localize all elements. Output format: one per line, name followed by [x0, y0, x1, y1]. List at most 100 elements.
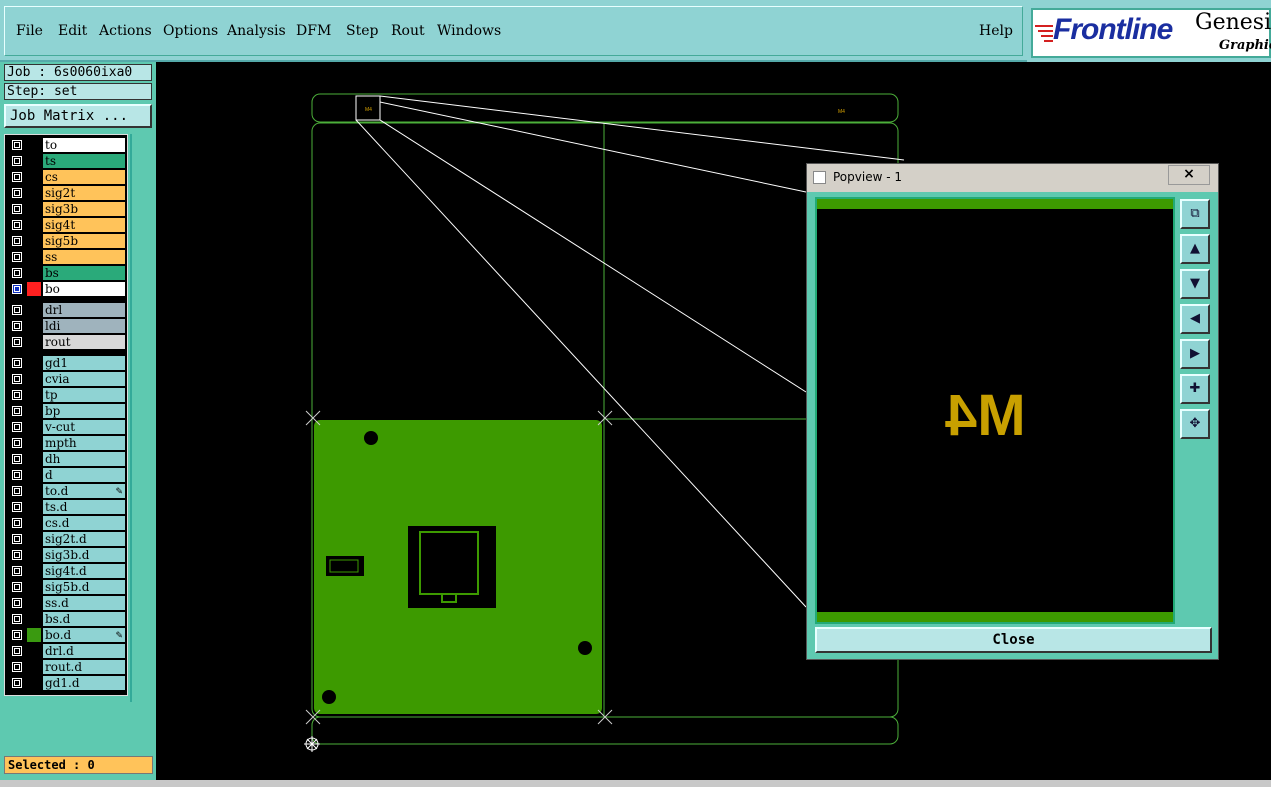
pan-right-icon[interactable]: ▶: [1180, 339, 1210, 369]
zoom-in-icon[interactable]: ✚: [1180, 374, 1210, 404]
layer-row[interactable]: sig4t.d: [7, 564, 127, 578]
layer-name[interactable]: bs: [43, 266, 125, 280]
layer-row[interactable]: ss.d: [7, 596, 127, 610]
layer-name[interactable]: bs.d: [43, 612, 125, 626]
window-close-button[interactable]: ×: [1168, 165, 1210, 185]
layer-list-scrollbar[interactable]: [130, 134, 154, 702]
layer-row[interactable]: ts.d: [7, 500, 127, 514]
layer-checkbox[interactable]: [12, 662, 22, 672]
menu-step[interactable]: Step: [346, 23, 378, 39]
layer-row[interactable]: sig5b.d: [7, 580, 127, 594]
layer-row[interactable]: sig4t: [7, 218, 127, 232]
layer-row[interactable]: to: [7, 138, 127, 152]
layer-checkbox[interactable]: [12, 470, 22, 480]
menu-options[interactable]: Options: [163, 23, 218, 39]
layer-checkbox[interactable]: [12, 337, 22, 347]
menu-help[interactable]: Help: [979, 23, 1013, 39]
layer-checkbox[interactable]: [12, 582, 22, 592]
zoom-fit-icon[interactable]: ⧉: [1180, 199, 1210, 229]
layer-row[interactable]: cs: [7, 170, 127, 184]
layer-name[interactable]: dh: [43, 452, 125, 466]
menu-analysis[interactable]: Analysis: [227, 23, 286, 39]
layer-checkbox[interactable]: [12, 305, 22, 315]
layer-checkbox[interactable]: [12, 646, 22, 656]
layer-row[interactable]: v-cut: [7, 420, 127, 434]
layer-name[interactable]: mpth: [43, 436, 125, 450]
layer-checkbox[interactable]: [12, 321, 22, 331]
layer-checkbox[interactable]: [12, 550, 22, 560]
menu-windows[interactable]: Windows: [437, 23, 501, 39]
layer-row[interactable]: ts: [7, 154, 127, 168]
menu-rout[interactable]: Rout: [391, 23, 425, 39]
zoom-out-icon[interactable]: ✥: [1180, 409, 1210, 439]
layer-checkbox[interactable]: [12, 172, 22, 182]
layer-checkbox[interactable]: [12, 438, 22, 448]
layer-row[interactable]: gd1: [7, 356, 127, 370]
pan-left-icon[interactable]: ◀: [1180, 304, 1210, 334]
layer-checkbox[interactable]: [12, 188, 22, 198]
layer-checkbox[interactable]: [12, 486, 22, 496]
layer-row[interactable]: dh: [7, 452, 127, 466]
layer-row[interactable]: cvia: [7, 372, 127, 386]
layer-name[interactable]: ldi: [43, 319, 125, 333]
layer-checkbox[interactable]: [12, 454, 22, 464]
menu-actions[interactable]: Actions: [99, 23, 152, 39]
pan-down-icon[interactable]: ▼: [1180, 269, 1210, 299]
layer-row[interactable]: ss: [7, 250, 127, 264]
layer-row[interactable]: tp: [7, 388, 127, 402]
layer-row[interactable]: bs: [7, 266, 127, 280]
layer-row[interactable]: gd1.d: [7, 676, 127, 690]
layer-checkbox[interactable]: [12, 614, 22, 624]
layer-name[interactable]: to.d ✎: [43, 484, 125, 498]
layer-row[interactable]: mpth: [7, 436, 127, 450]
layer-row[interactable]: cs.d: [7, 516, 127, 530]
layer-checkbox[interactable]: [12, 406, 22, 416]
layer-row[interactable]: sig5b: [7, 234, 127, 248]
layer-checkbox[interactable]: [12, 252, 22, 262]
layer-name[interactable]: ts.d: [43, 500, 125, 514]
layer-checkbox[interactable]: [12, 284, 22, 294]
layer-name[interactable]: d: [43, 468, 125, 482]
popview-viewport[interactable]: M4: [815, 197, 1175, 624]
layer-checkbox[interactable]: [12, 358, 22, 368]
layer-name[interactable]: drl.d: [43, 644, 125, 658]
layer-row[interactable]: bo: [7, 282, 127, 296]
layer-checkbox[interactable]: [12, 268, 22, 278]
layer-name[interactable]: ts: [43, 154, 125, 168]
layer-checkbox[interactable]: [12, 678, 22, 688]
layer-name[interactable]: v-cut: [43, 420, 125, 434]
layer-name[interactable]: gd1.d: [43, 676, 125, 690]
layer-name[interactable]: ss: [43, 250, 125, 264]
layer-name[interactable]: drl: [43, 303, 125, 317]
layer-row[interactable]: rout.d: [7, 660, 127, 674]
layer-row[interactable]: sig3b.d: [7, 548, 127, 562]
layer-name[interactable]: bo: [43, 282, 125, 296]
close-button[interactable]: Close: [815, 627, 1212, 653]
layer-row[interactable]: drl: [7, 303, 127, 317]
layer-checkbox[interactable]: [12, 534, 22, 544]
layer-name[interactable]: ss.d: [43, 596, 125, 610]
layer-name[interactable]: to: [43, 138, 125, 152]
layer-row[interactable]: bo.d ✎: [7, 628, 127, 642]
layer-checkbox[interactable]: [12, 140, 22, 150]
layer-row[interactable]: drl.d: [7, 644, 127, 658]
layer-name[interactable]: sig5b: [43, 234, 125, 248]
layer-row[interactable]: d: [7, 468, 127, 482]
layer-checkbox[interactable]: [12, 390, 22, 400]
layer-name[interactable]: sig5b.d: [43, 580, 125, 594]
layer-row[interactable]: bs.d: [7, 612, 127, 626]
layer-name[interactable]: gd1: [43, 356, 125, 370]
menu-dfm[interactable]: DFM: [296, 23, 331, 39]
pan-up-icon[interactable]: ▲: [1180, 234, 1210, 264]
menu-file[interactable]: File: [16, 23, 43, 39]
layer-name[interactable]: rout: [43, 335, 125, 349]
layer-row[interactable]: to.d ✎: [7, 484, 127, 498]
layer-name[interactable]: sig4t.d: [43, 564, 125, 578]
layer-row[interactable]: ldi: [7, 319, 127, 333]
layer-checkbox[interactable]: [12, 220, 22, 230]
layer-checkbox[interactable]: [12, 630, 22, 640]
layer-row[interactable]: sig3b: [7, 202, 127, 216]
popview-titlebar[interactable]: Popview - 1 ×: [807, 164, 1218, 192]
layer-row[interactable]: sig2t.d: [7, 532, 127, 546]
layer-row[interactable]: bp: [7, 404, 127, 418]
